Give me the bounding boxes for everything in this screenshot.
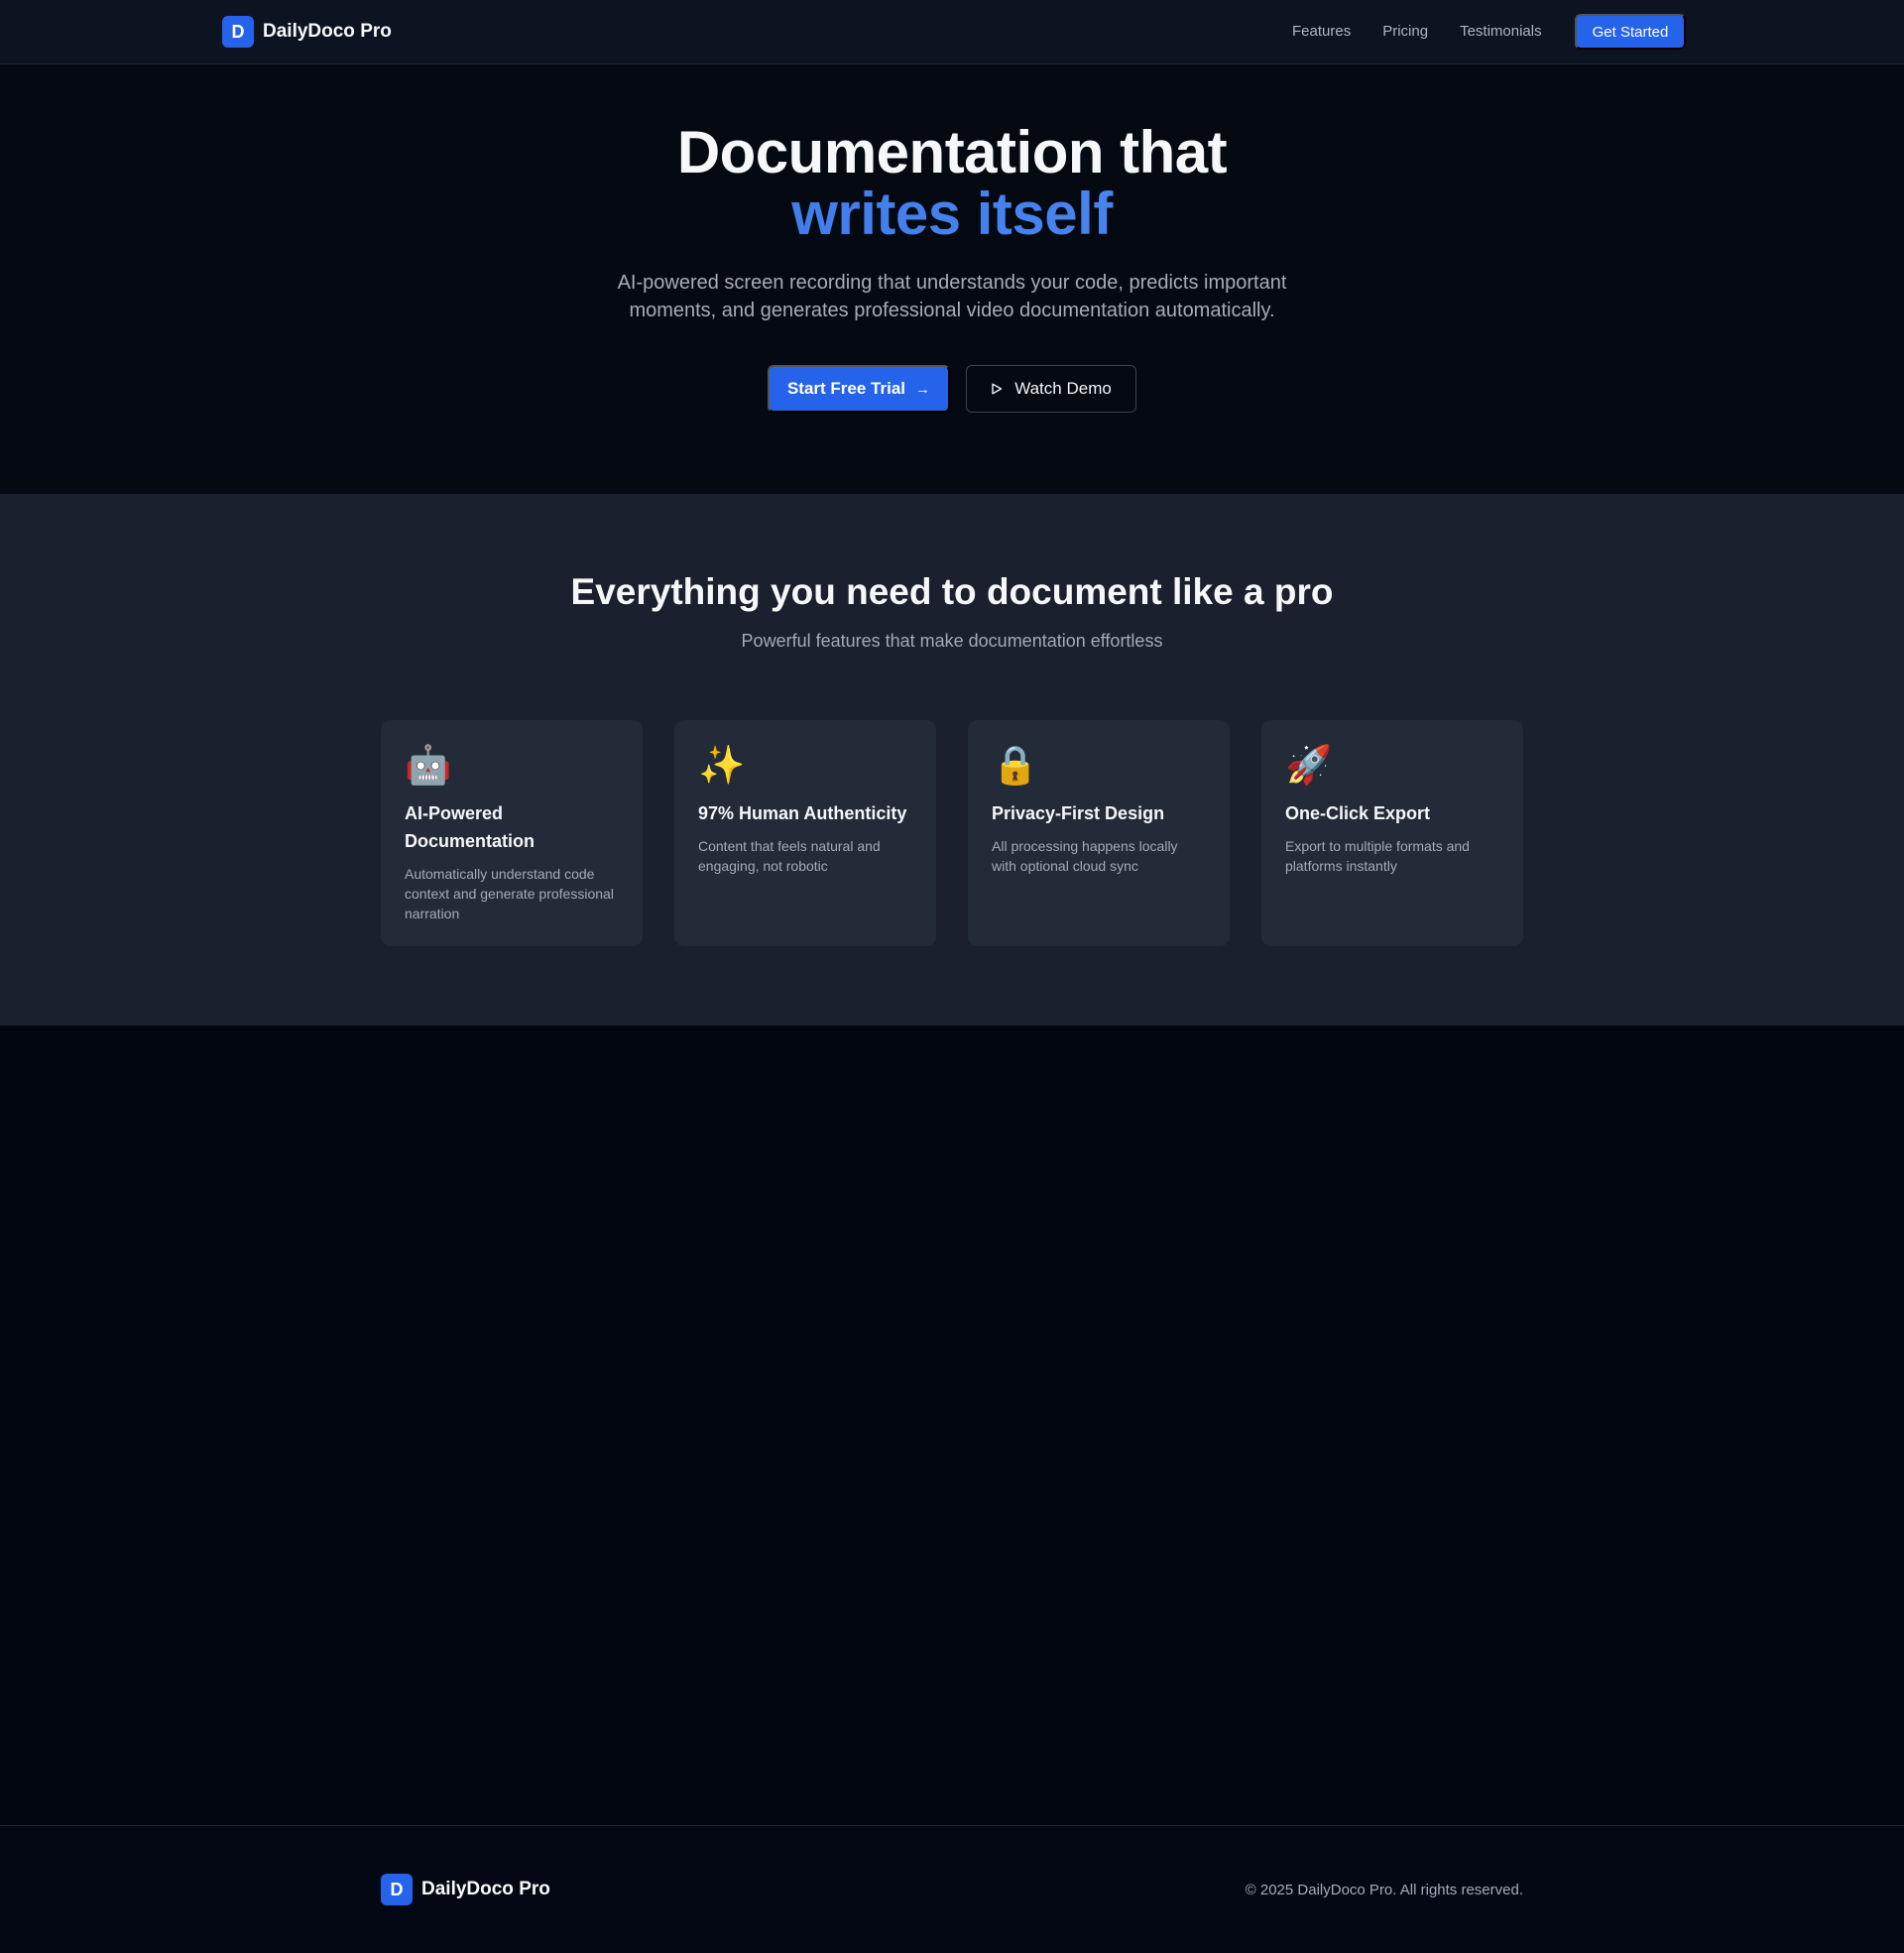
nav-links: Features Pricing Testimonials Get Starte… bbox=[1292, 14, 1687, 50]
hero-subtitle: AI-powered screen recording that underst… bbox=[617, 272, 1287, 321]
hero-section: Documentation that writes itself AI-powe… bbox=[0, 64, 1904, 494]
nav-link-testimonials[interactable]: Testimonials bbox=[1460, 14, 1542, 50]
start-free-trial-label: Start Free Trial bbox=[786, 379, 906, 398]
features-title: Everything you need to document like a p… bbox=[570, 571, 1334, 612]
feature-card-description: Export to multiple formats and platforms… bbox=[1285, 838, 1470, 874]
feature-card-title: Privacy-First Design bbox=[992, 803, 1165, 823]
hero-title: Documentation that writes itself bbox=[0, 122, 1904, 245]
watch-demo-button[interactable]: Watch Demo bbox=[966, 365, 1136, 413]
sparkles-icon: ✨ bbox=[698, 745, 746, 787]
footer-brand-link[interactable]: D DailyDoco Pro bbox=[381, 1874, 550, 1905]
feature-card-ai-powered: 🤖 AI-Powered Documentation Automatically… bbox=[381, 720, 643, 946]
start-free-trial-button[interactable]: Start Free Trial → bbox=[768, 365, 950, 413]
footer: D DailyDoco Pro © 2025 DailyDoco Pro. Al… bbox=[0, 1825, 1904, 1953]
feature-cards: 🤖 AI-Powered Documentation Automatically… bbox=[381, 720, 1523, 946]
feature-card-description: Automatically understand code context an… bbox=[405, 866, 614, 921]
arrow-right-icon: → bbox=[915, 380, 931, 398]
footer-brand-name: DailyDoco Pro bbox=[421, 1879, 550, 1899]
features-subtitle: Powerful features that make documentatio… bbox=[741, 631, 1163, 651]
nav-link-features[interactable]: Features bbox=[1292, 14, 1351, 50]
brand-name: DailyDoco Pro bbox=[263, 21, 392, 42]
top-navbar: D DailyDoco Pro Features Pricing Testimo… bbox=[0, 0, 1904, 64]
features-section: Everything you need to document like a p… bbox=[0, 494, 1904, 1026]
get-started-button[interactable]: Get Started bbox=[1574, 14, 1687, 50]
hero-buttons: Start Free Trial → Watch Demo bbox=[0, 365, 1904, 413]
watch-demo-label: Watch Demo bbox=[1014, 379, 1112, 398]
feature-card-description: All processing happens locally with opti… bbox=[992, 838, 1178, 874]
hero-title-line1: Documentation that bbox=[676, 119, 1228, 185]
nav-link-pricing[interactable]: Pricing bbox=[1382, 14, 1428, 50]
rocket-icon: 🚀 bbox=[1285, 745, 1333, 787]
feature-card-privacy: 🔒 Privacy-First Design All processing ha… bbox=[968, 720, 1230, 946]
feature-card-authenticity: ✨ 97% Human Authenticity Content that fe… bbox=[674, 720, 936, 946]
hero-title-highlight: writes itself bbox=[0, 183, 1904, 245]
play-icon bbox=[991, 383, 1003, 395]
footer-logo-icon: D bbox=[381, 1874, 413, 1905]
feature-card-title: One-Click Export bbox=[1285, 803, 1431, 823]
feature-card-export: 🚀 One-Click Export Export to multiple fo… bbox=[1261, 720, 1523, 946]
brand-link[interactable]: D DailyDoco Pro bbox=[222, 16, 392, 48]
feature-card-title: AI-Powered Documentation bbox=[405, 803, 536, 851]
feature-card-title: 97% Human Authenticity bbox=[698, 803, 907, 823]
robot-icon: 🤖 bbox=[405, 745, 452, 787]
logo-icon: D bbox=[222, 16, 254, 48]
copyright-text: © 2025 DailyDoco Pro. All rights reserve… bbox=[1245, 1882, 1523, 1898]
lock-icon: 🔒 bbox=[992, 745, 1039, 787]
feature-card-description: Content that feels natural and engaging,… bbox=[698, 838, 881, 874]
